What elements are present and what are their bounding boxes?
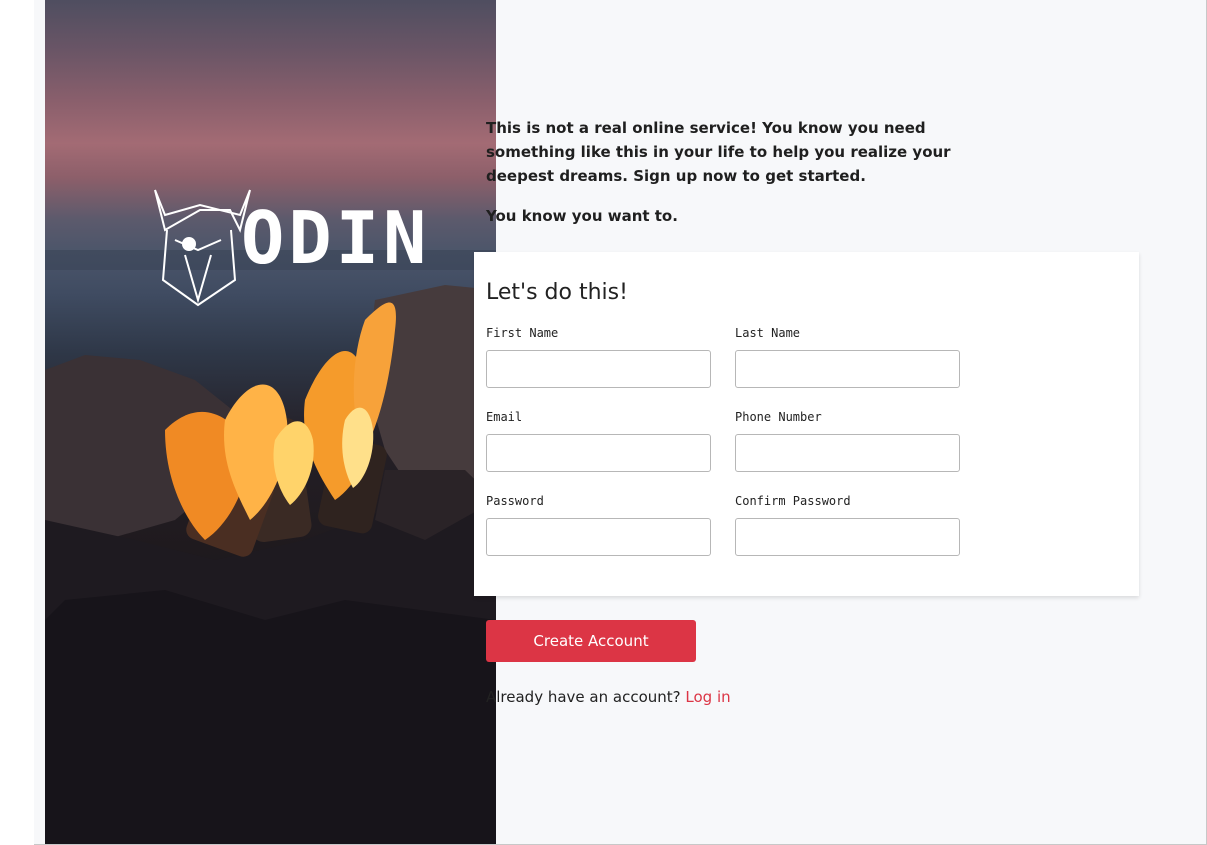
login-prompt-line: Already have an account? Log in [486, 688, 731, 706]
last-name-field: Last Name [735, 326, 960, 388]
login-link[interactable]: Log in [685, 688, 730, 706]
intro-tagline: You know you want to. [486, 207, 678, 225]
confirm-password-input[interactable] [735, 518, 960, 556]
last-name-input[interactable] [735, 350, 960, 388]
password-label: Password [486, 494, 544, 508]
password-field: Password [486, 494, 711, 556]
campfire-illustration [45, 189, 496, 844]
left-margin [34, 0, 45, 844]
email-label: Email [486, 410, 523, 424]
phone-number-input[interactable] [735, 434, 960, 472]
form-heading: Let's do this! [486, 280, 628, 305]
last-name-label: Last Name [735, 326, 801, 340]
intro-paragraph: This is not a real online service! You k… [486, 119, 951, 185]
brand-logo-text: ODIN [241, 196, 431, 280]
intro-text: This is not a real online service! You k… [486, 116, 986, 228]
signup-form-card: Let's do this! First Name Last Name Emai… [474, 252, 1139, 596]
phone-number-label: Phone Number [735, 410, 822, 424]
create-account-button[interactable]: Create Account [486, 620, 696, 662]
phone-number-field: Phone Number [735, 410, 960, 472]
email-input[interactable] [486, 434, 711, 472]
first-name-input[interactable] [486, 350, 711, 388]
confirm-password-field: Confirm Password [735, 494, 960, 556]
email-field: Email [486, 410, 711, 472]
password-input[interactable] [486, 518, 711, 556]
first-name-label: First Name [486, 326, 559, 340]
hero-campfire-image: ODIN [45, 0, 496, 844]
first-name-field: First Name [486, 326, 711, 388]
viking-head-icon [154, 189, 251, 307]
confirm-password-label: Confirm Password [735, 494, 851, 508]
login-prompt-text: Already have an account? [486, 688, 681, 706]
